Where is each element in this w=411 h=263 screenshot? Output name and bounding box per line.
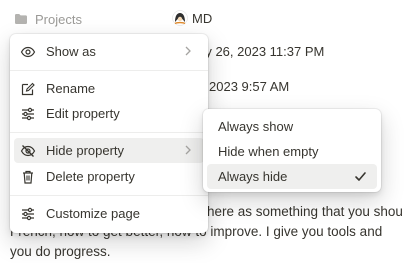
option-always-show[interactable]: Always show [207,114,377,139]
edited-date-value: 2023 9:57 AM [209,79,290,94]
menu-divider [10,195,208,196]
owner-initials: MD [192,10,213,26]
eye-icon [20,44,36,60]
option-always-hide[interactable]: Always hide [207,164,377,189]
menu-item-rename[interactable]: Rename [14,76,204,101]
chevron-right-icon [182,45,194,60]
chevron-right-icon [182,144,194,159]
edit-icon [20,81,36,97]
checkmark-icon [354,170,367,186]
option-hide-when-empty[interactable]: Hide when empty [207,139,377,164]
owner-person[interactable]: MD [172,9,212,27]
body-text-line: here as something that you shou [207,204,403,219]
sliders-icon [20,106,36,122]
menu-item-label: Edit property [46,106,120,121]
trash-icon [20,169,36,185]
menu-item-delete-property[interactable]: Delete property [14,164,204,189]
avatar [172,10,188,26]
hide-property-submenu: Always show Hide when empty Always hide [203,109,381,192]
property-menu: Show as Rename Edit property Hide proper… [10,34,208,233]
menu-item-label: Customize page [46,206,140,221]
option-label: Always show [218,119,294,134]
menu-item-label: Hide property [46,143,125,158]
option-label: Always hide [218,169,288,184]
property-label: Projects [35,11,82,27]
folder-icon [14,12,28,26]
menu-item-show-as[interactable]: Show as [14,39,204,64]
menu-divider [10,132,208,133]
menu-item-label: Show as [46,44,96,59]
menu-item-hide-property[interactable]: Hide property [14,138,204,163]
created-date-value: ry 26, 2023 11:37 PM [201,44,325,59]
menu-item-label: Delete property [46,169,135,184]
eye-off-icon [20,143,36,159]
option-label: Hide when empty [218,144,319,159]
menu-item-edit-property[interactable]: Edit property [14,101,204,126]
sliders-icon [20,206,36,222]
property-projects[interactable]: Projects [14,10,82,28]
menu-divider [10,70,208,71]
body-text-line: you do progress. [10,244,111,259]
menu-item-customize-page[interactable]: Customize page [14,201,204,226]
menu-item-label: Rename [46,81,96,96]
